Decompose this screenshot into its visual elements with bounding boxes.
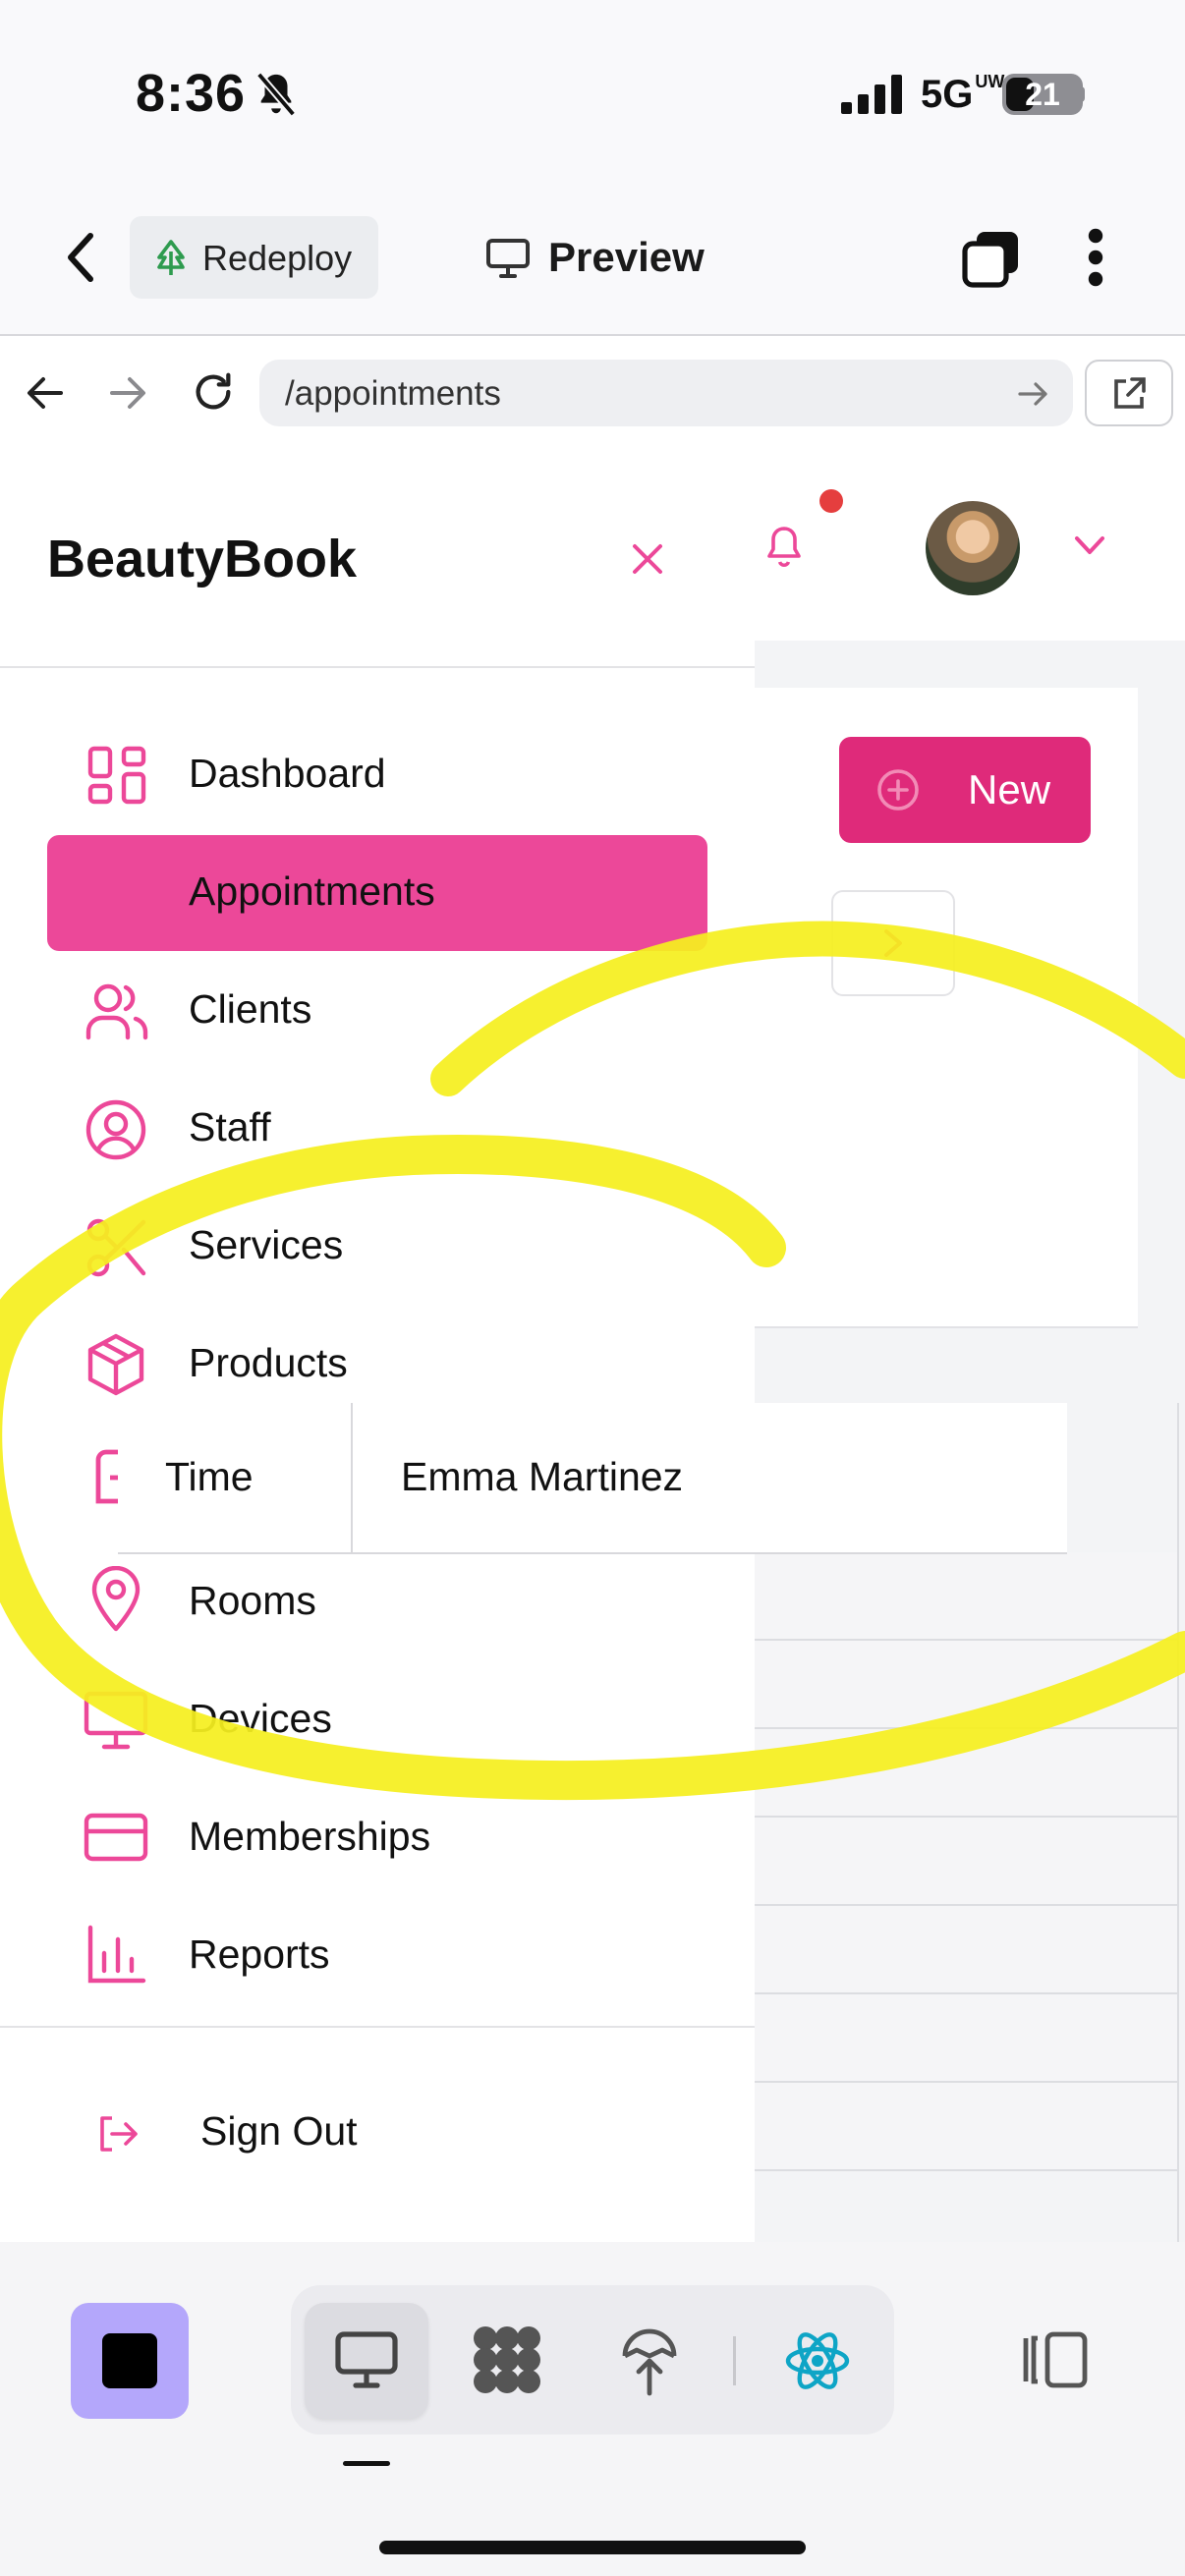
sidebar-item-label: Reports <box>189 1932 330 1977</box>
divider <box>0 2026 755 2028</box>
tree-icon <box>153 240 189 277</box>
signal-bars-icon <box>841 75 904 114</box>
battery-nub <box>1079 86 1085 102</box>
chevron-down-icon[interactable] <box>1073 534 1106 556</box>
chevron-left-icon[interactable] <box>61 230 100 285</box>
arrow-right-icon[interactable] <box>108 375 147 411</box>
side-panel-icon[interactable] <box>1022 2330 1089 2389</box>
new-button-label: New <box>968 766 1051 812</box>
highlighter-annotation <box>0 884 1185 1867</box>
log-out-icon <box>96 2114 140 2154</box>
status-time: 8:36 <box>136 64 247 123</box>
sign-out-button[interactable] <box>47 2075 707 2173</box>
preview-label[interactable]: Preview <box>548 234 705 281</box>
sign-out-label: Sign Out <box>200 2108 358 2154</box>
redeploy-label: Redeploy <box>202 238 353 278</box>
home-indicator[interactable] <box>379 2541 806 2554</box>
bar-chart-icon <box>85 1924 147 1987</box>
tabs-icon[interactable] <box>961 228 1022 289</box>
close-icon[interactable] <box>631 542 664 576</box>
bell-slash-icon <box>254 71 299 120</box>
active-indicator <box>343 2461 390 2466</box>
reload-icon[interactable] <box>191 369 236 415</box>
stop-icon <box>102 2333 157 2388</box>
react-icon[interactable] <box>784 2330 851 2391</box>
table-row[interactable] <box>755 1994 1177 2083</box>
network-label: 5G UW <box>921 72 1005 116</box>
bell-icon[interactable] <box>762 525 806 572</box>
grid-icon <box>86 745 147 806</box>
apps-icon[interactable] <box>470 2323 544 2397</box>
table-row[interactable] <box>755 2083 1177 2171</box>
table-row[interactable] <box>755 1906 1177 1994</box>
avatar[interactable] <box>926 501 1020 595</box>
battery-level: 21 <box>1025 77 1060 112</box>
divider <box>733 2336 736 2385</box>
sidebar-item-label: Dashboard <box>189 751 386 796</box>
plus-circle-icon <box>876 768 920 812</box>
desktop-icon <box>334 2330 399 2389</box>
deploy-icon[interactable] <box>619 2323 680 2397</box>
battery-icon: 21 <box>1002 74 1083 115</box>
divider <box>0 666 755 668</box>
go-arrow-icon[interactable] <box>1018 381 1049 407</box>
external-link-icon <box>1110 375 1148 413</box>
arrow-left-icon[interactable] <box>26 375 65 411</box>
url-text[interactable]: /appointments <box>285 374 501 414</box>
notification-dot <box>819 489 843 513</box>
desktop-icon <box>485 238 531 279</box>
app-title: BeautyBook <box>47 530 358 588</box>
more-vertical-icon[interactable] <box>1087 228 1104 287</box>
